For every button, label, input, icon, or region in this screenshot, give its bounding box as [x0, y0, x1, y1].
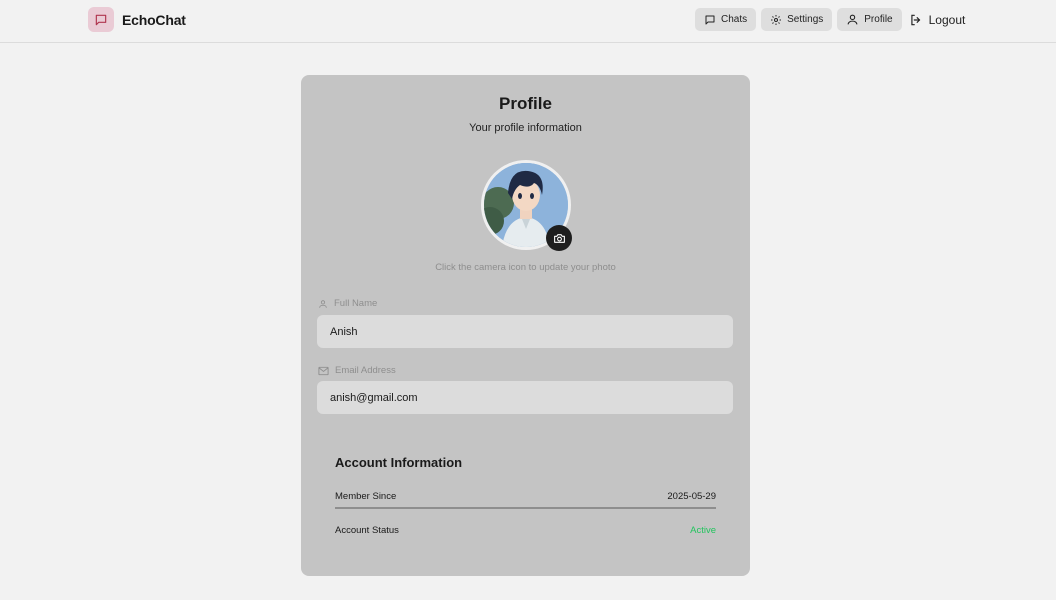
avatar-container: [481, 160, 572, 251]
mail-icon: [318, 366, 329, 375]
nav-profile-button[interactable]: Profile: [837, 8, 902, 31]
user-icon: [847, 14, 858, 25]
change-photo-button[interactable]: [546, 225, 572, 251]
profile-card: Profile Your profile information Click t…: [301, 75, 750, 576]
user-icon: [319, 299, 327, 308]
logout-icon: [910, 14, 920, 25]
email-label-text: Email Address: [335, 365, 396, 376]
member-since-value: 2025-05-29: [667, 491, 716, 502]
email-label: Email Address: [318, 365, 396, 376]
app-name: EchoChat: [122, 11, 186, 28]
nav-settings-label: Settings: [787, 14, 824, 25]
account-info-title: Account Information: [335, 455, 463, 470]
status-badge: Active: [690, 525, 716, 536]
chat-bubble-icon: [88, 7, 114, 32]
nav-profile-label: Profile: [864, 14, 893, 25]
full-name-label: Full Name: [318, 298, 377, 309]
gear-icon: [771, 14, 782, 25]
nav-settings-button[interactable]: Settings: [761, 8, 833, 31]
email-field[interactable]: anish@gmail.com: [317, 381, 733, 414]
account-status-label: Account Status: [335, 525, 399, 536]
camera-icon: [553, 233, 565, 243]
full-name-label-text: Full Name: [334, 298, 378, 309]
logout-button[interactable]: Logout: [907, 8, 968, 31]
photo-hint: Click the camera icon to update your pho…: [435, 262, 616, 273]
main-nav: Chats Settings Profile Logout: [695, 8, 967, 31]
nav-chats-label: Chats: [721, 14, 748, 25]
member-since-label: Member Since: [335, 491, 397, 502]
divider: [335, 507, 716, 509]
logout-label: Logout: [928, 12, 966, 27]
brand[interactable]: EchoChat: [88, 7, 186, 32]
top-navbar: EchoChat Chats Settings Profile Logout: [0, 0, 1056, 43]
nav-chats-button[interactable]: Chats: [695, 8, 757, 31]
page-title: Profile: [499, 94, 552, 113]
full-name-field[interactable]: Anish: [317, 315, 733, 348]
chat-bubble-icon: [705, 15, 715, 24]
page-subtitle: Your profile information: [469, 122, 582, 134]
account-status-row: Account Status Active: [335, 525, 716, 536]
member-since-row: Member Since 2025-05-29: [335, 491, 716, 502]
